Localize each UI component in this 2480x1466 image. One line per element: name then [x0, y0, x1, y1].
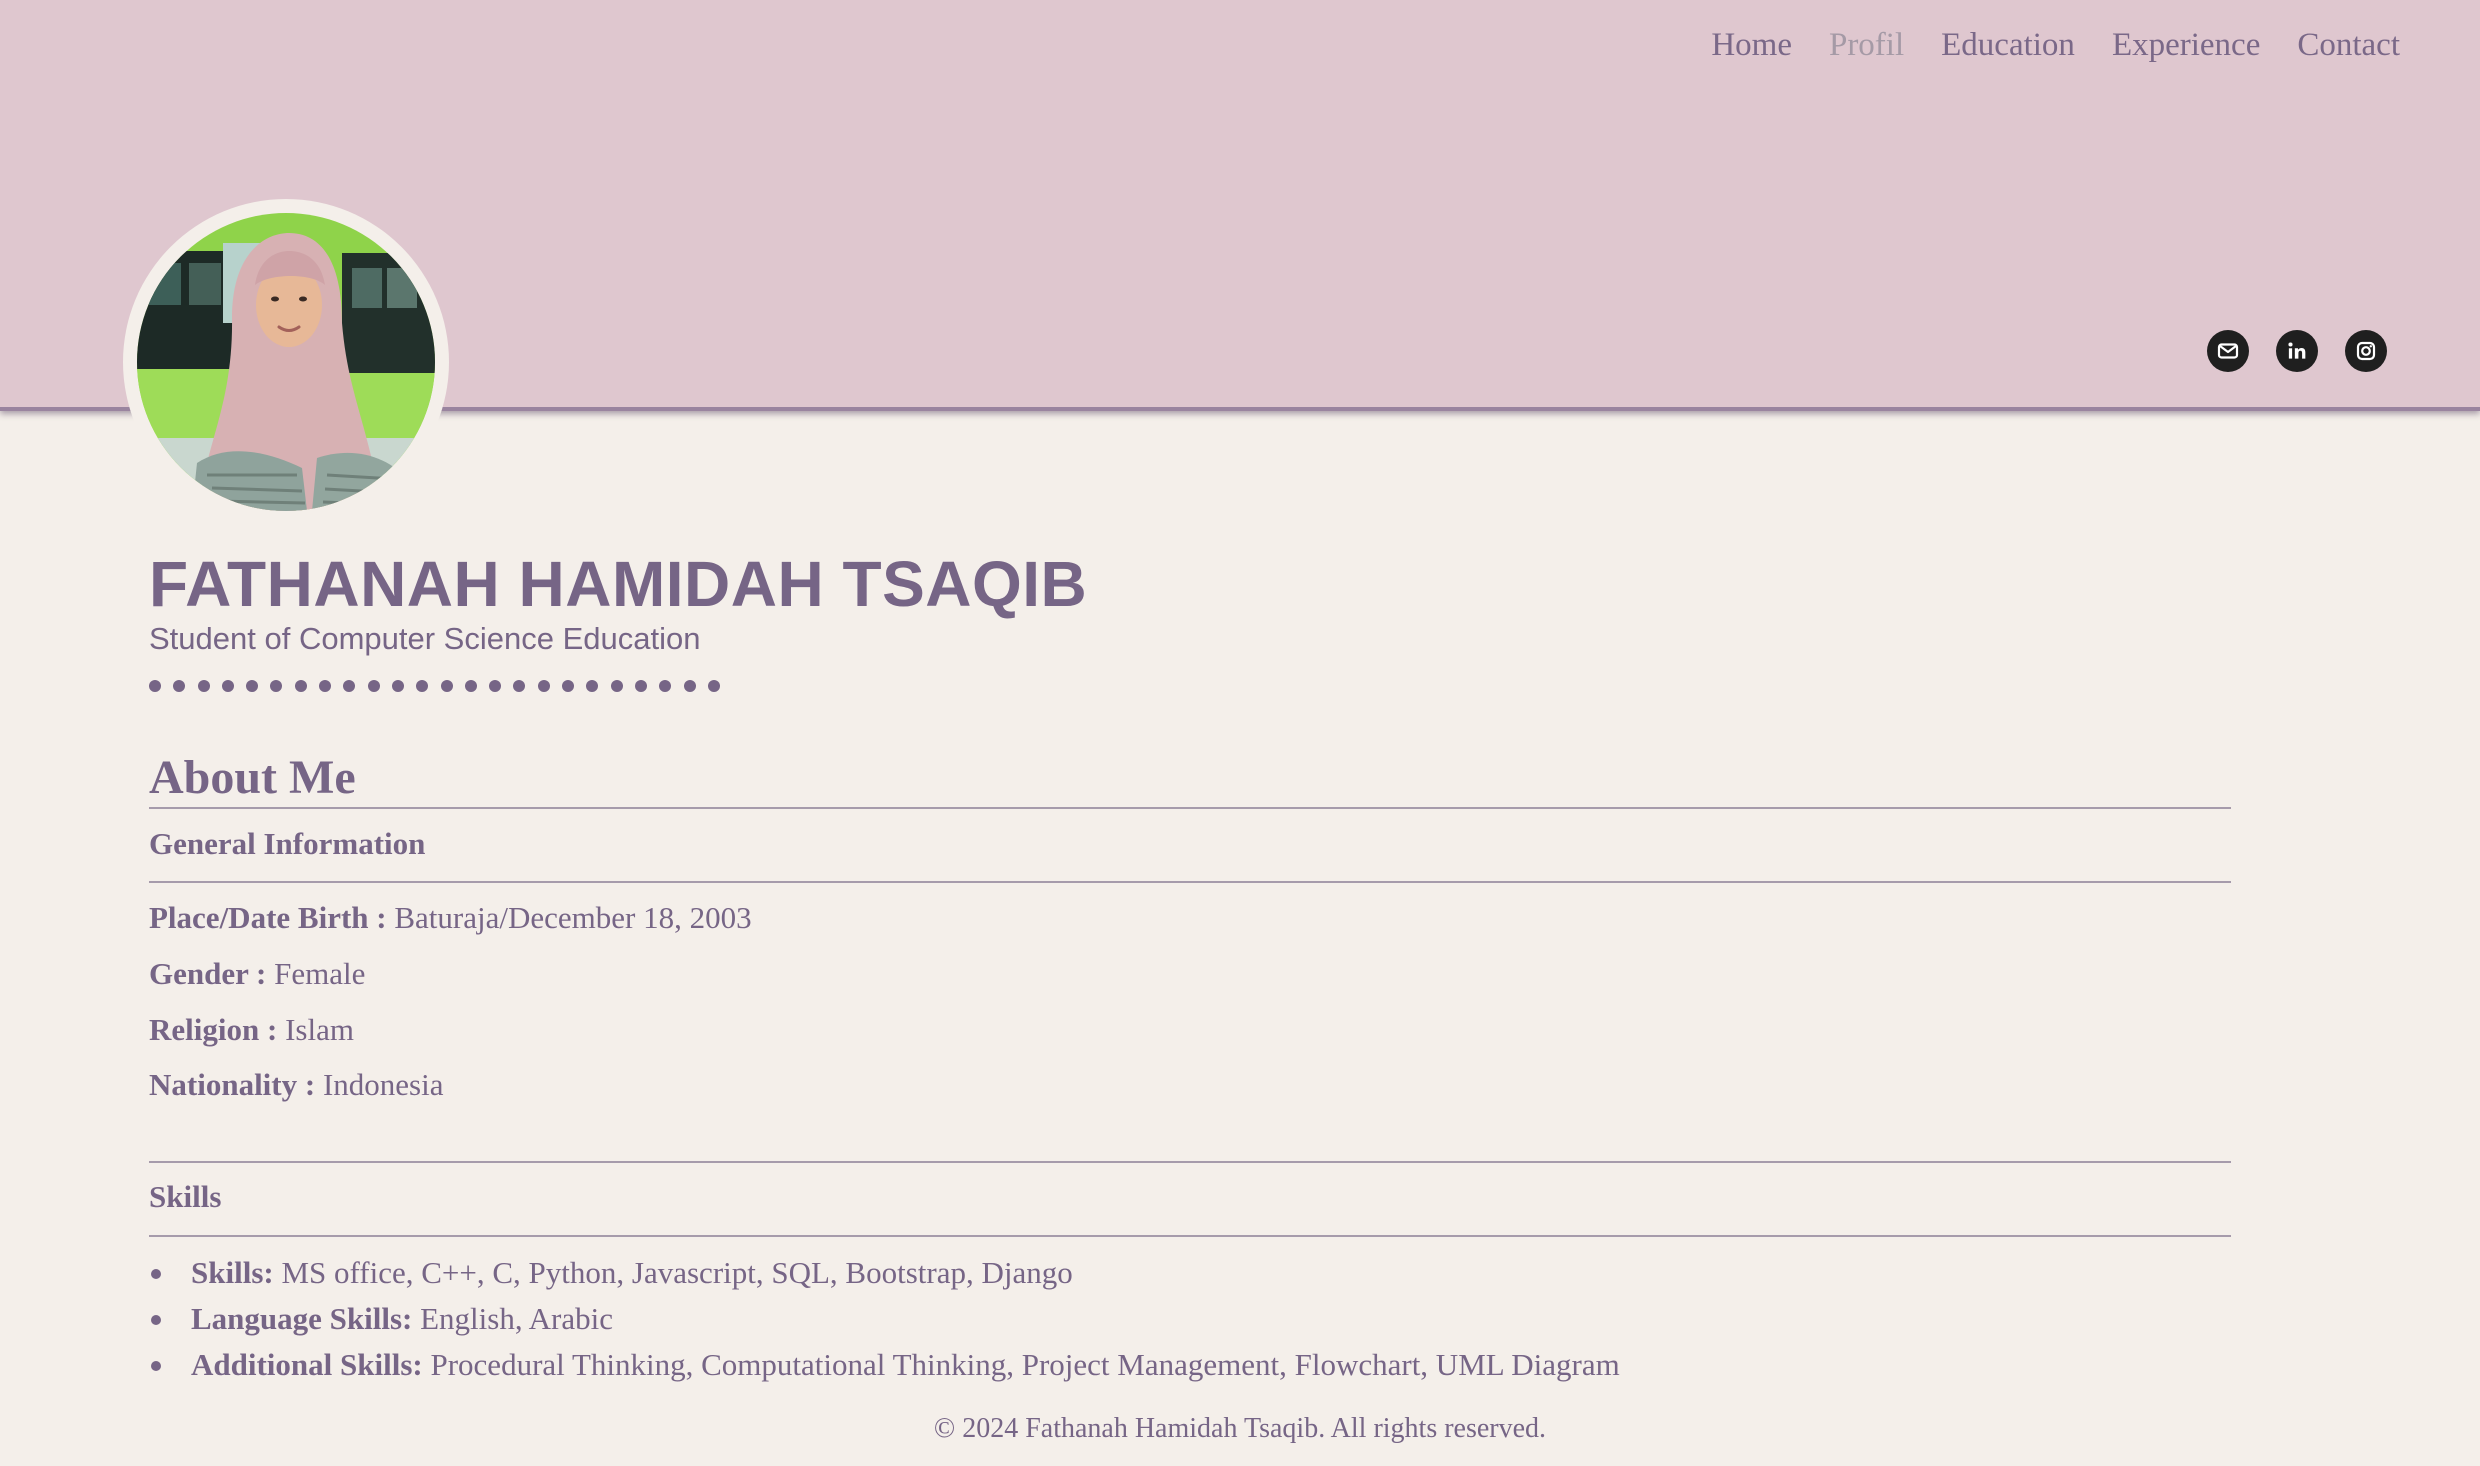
list-item: Language Skills: English, Arabic [149, 1298, 1620, 1344]
divider [149, 1235, 2231, 1237]
list-item: Additional Skills: Procedural Thinking, … [149, 1344, 1620, 1390]
skills-heading: Skills [149, 1179, 222, 1214]
nav-education[interactable]: Education [1941, 27, 2075, 64]
skill-value: MS office, C++, C, Python, Javascript, S… [281, 1255, 1073, 1290]
footer-copyright: © 2024 Fathanah Hamidah Tsaqib. All righ… [933, 1413, 1547, 1444]
skill-value: English, Arabic [420, 1301, 613, 1336]
instagram-icon[interactable] [2345, 330, 2387, 372]
profile-photo [137, 213, 435, 511]
about-title: About Me [149, 751, 356, 804]
info-label: Gender : [149, 956, 267, 991]
info-label: Religion : [149, 1012, 278, 1047]
skill-label: Language Skills: [191, 1301, 413, 1336]
info-value: Female [274, 956, 366, 991]
list-item: Skills: MS office, C++, C, Python, Javas… [149, 1252, 1620, 1298]
divider [149, 1161, 2231, 1163]
info-value: Indonesia [322, 1067, 444, 1102]
divider [149, 807, 2231, 809]
info-value: Baturaja/December 18, 2003 [394, 900, 752, 935]
info-row-religion: Religion : Islam [149, 1012, 354, 1048]
info-label: Place/Date Birth : [149, 900, 387, 935]
skills-list: Skills: MS office, C++, C, Python, Javas… [149, 1252, 1620, 1390]
nav-contact[interactable]: Contact [2297, 27, 2400, 64]
avatar [123, 199, 449, 525]
nav-profil[interactable]: Profil [1829, 27, 1904, 64]
info-label: Nationality : [149, 1067, 316, 1102]
info-row-gender: Gender : Female [149, 956, 365, 992]
mail-icon[interactable] [2207, 330, 2249, 372]
skill-value: Procedural Thinking, Computational Think… [430, 1347, 1620, 1382]
info-row-birth: Place/Date Birth : Baturaja/December 18,… [149, 900, 752, 936]
linkedin-icon[interactable] [2276, 330, 2318, 372]
skill-label: Skills: [191, 1255, 274, 1290]
info-row-nationality: Nationality : Indonesia [149, 1067, 443, 1103]
social-links [2207, 330, 2387, 372]
nav-home[interactable]: Home [1711, 27, 1792, 64]
dotted-divider [149, 680, 720, 692]
skill-label: Additional Skills: [191, 1347, 423, 1382]
general-info-heading: General Information [149, 826, 426, 861]
profile-subtitle: Student of Computer Science Education [149, 621, 701, 656]
nav-experience[interactable]: Experience [2112, 27, 2260, 64]
info-value: Islam [285, 1012, 354, 1047]
divider [149, 881, 2231, 883]
main-nav: Home Profil Education Experience Contact [1711, 27, 2400, 64]
profile-name: FATHANAH HAMIDAH TSAQIB [149, 548, 1088, 620]
